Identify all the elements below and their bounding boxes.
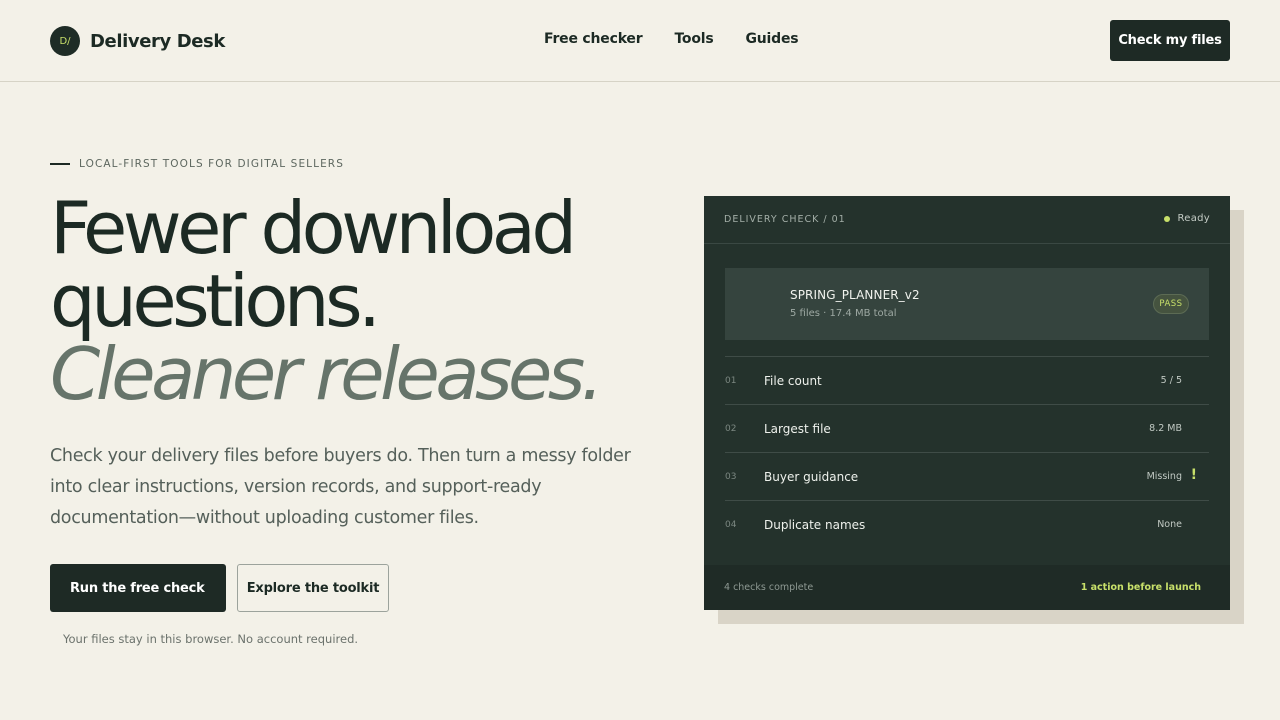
status-text: Ready xyxy=(1177,213,1210,224)
check-row: 03 Buyer guidance Missing ! xyxy=(725,452,1209,500)
check-row: 02 Largest file 8.2 MB xyxy=(725,404,1209,452)
pass-badge: PASS xyxy=(1153,294,1189,314)
site-header: D/ Delivery Desk Free checker Tools Guid… xyxy=(0,0,1280,82)
eyebrow-rule xyxy=(50,163,70,165)
panel-footer: 4 checks complete 1 action before launch xyxy=(704,565,1230,610)
brand-name: Delivery Desk xyxy=(90,30,225,52)
headline-line-2: questions. xyxy=(50,259,381,343)
check-value: None xyxy=(1157,519,1182,530)
hero-lede: Check your delivery files before buyers … xyxy=(50,446,631,528)
check-list: 01 File count 5 / 5 02 Largest file 8.2 … xyxy=(725,356,1209,548)
nav-link-guides[interactable]: Guides xyxy=(746,31,799,47)
brand-mark-icon: D/ xyxy=(50,26,80,56)
panel-title: DELIVERY CHECK / 01 xyxy=(724,214,846,225)
hero-eyebrow: LOCAL-FIRST TOOLS FOR DIGITAL SELLERS xyxy=(50,158,344,170)
main-nav: Free checker Tools Guides xyxy=(544,31,830,47)
eyebrow-text: LOCAL-FIRST TOOLS FOR DIGITAL SELLERS xyxy=(79,158,344,170)
check-number: 01 xyxy=(725,376,737,386)
headline-line-3: Cleaner releases. xyxy=(50,332,604,416)
file-name: SPRING_PLANNER_v2 xyxy=(790,288,920,302)
status-indicator: Ready xyxy=(1164,213,1210,224)
panel-header: DELIVERY CHECK / 01 Ready xyxy=(704,196,1230,244)
nav-link-free-checker[interactable]: Free checker xyxy=(544,31,643,47)
headline-line-1: Fewer download xyxy=(50,186,577,270)
hero-headline: Fewer download questions. Cleaner releas… xyxy=(50,192,670,411)
explore-toolkit-button[interactable]: Explore the toolkit xyxy=(237,564,389,612)
check-row: 04 Duplicate names None xyxy=(725,500,1209,548)
check-row: 01 File count 5 / 5 xyxy=(725,356,1209,404)
file-summary-card: SPRING_PLANNER_v2 5 files · 17.4 MB tota… xyxy=(725,268,1209,340)
check-value: Missing xyxy=(1146,471,1182,482)
check-label: Largest file xyxy=(764,422,831,436)
nav-link-tools[interactable]: Tools xyxy=(674,31,713,47)
delivery-check-panel: DELIVERY CHECK / 01 Ready SPRING_PLANNER… xyxy=(704,196,1230,610)
brand-logo[interactable]: D/ Delivery Desk xyxy=(50,26,225,56)
warning-icon: ! xyxy=(1190,467,1197,483)
action-needed-text: 1 action before launch xyxy=(1080,582,1201,593)
checks-complete-text: 4 checks complete xyxy=(724,582,814,593)
check-number: 04 xyxy=(725,520,737,530)
check-label: File count xyxy=(764,374,822,388)
privacy-note: Your files stay in this browser. No acco… xyxy=(63,632,359,646)
check-my-files-button[interactable]: Check my files xyxy=(1110,20,1230,61)
file-meta: 5 files · 17.4 MB total xyxy=(790,308,897,319)
check-label: Buyer guidance xyxy=(764,470,859,484)
check-value: 5 / 5 xyxy=(1160,375,1182,386)
status-dot-icon xyxy=(1164,215,1171,222)
run-free-check-button[interactable]: Run the free check xyxy=(50,564,226,612)
check-label: Duplicate names xyxy=(764,518,866,532)
check-number: 02 xyxy=(725,424,737,434)
check-value: 8.2 MB xyxy=(1149,423,1182,434)
check-number: 03 xyxy=(725,472,737,482)
